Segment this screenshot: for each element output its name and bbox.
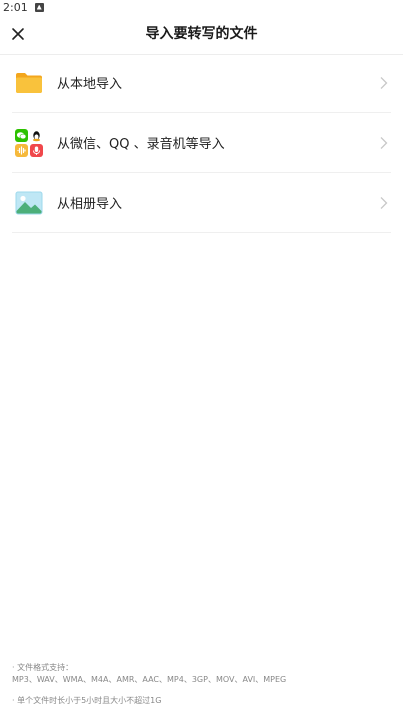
chevron-right-icon	[380, 76, 388, 89]
chevron-right-icon	[380, 136, 388, 149]
status-bar: 2:01	[0, 0, 403, 14]
file-limit-note: · 单个文件时长小于5小时且大小不超过1G	[12, 696, 162, 705]
page-title: 导入要转写的文件	[145, 26, 258, 42]
chevron-right-icon	[380, 196, 388, 209]
status-time: 2:01	[3, 0, 28, 14]
import-from-local-item[interactable]: 从本地导入	[12, 53, 391, 113]
photo-album-icon	[15, 189, 43, 217]
import-options-list: 从本地导入 从微信、QQ 、录音机等导入 从相册导入	[12, 53, 391, 233]
import-from-local-label: 从本地导入	[57, 77, 123, 92]
import-from-album-item[interactable]: 从相册导入	[12, 173, 391, 233]
import-from-album-label: 从相册导入	[57, 197, 123, 212]
import-from-apps-item[interactable]: 从微信、QQ 、录音机等导入	[12, 113, 391, 173]
header-bar: 导入要转写的文件	[0, 14, 403, 55]
footer-notes: · 文件格式支持： MP3、WAV、WMA、M4A、AMR、AAC、MP4、3G…	[12, 662, 392, 707]
notification-icon	[34, 2, 44, 12]
formats-list: MP3、WAV、WMA、M4A、AMR、AAC、MP4、3GP、MOV、AVI、…	[12, 675, 287, 684]
formats-title: · 文件格式支持：	[12, 663, 74, 672]
apps-grid-icon	[15, 128, 43, 157]
import-from-apps-label: 从微信、QQ 、录音机等导入	[57, 137, 225, 152]
folder-icon	[15, 69, 43, 97]
